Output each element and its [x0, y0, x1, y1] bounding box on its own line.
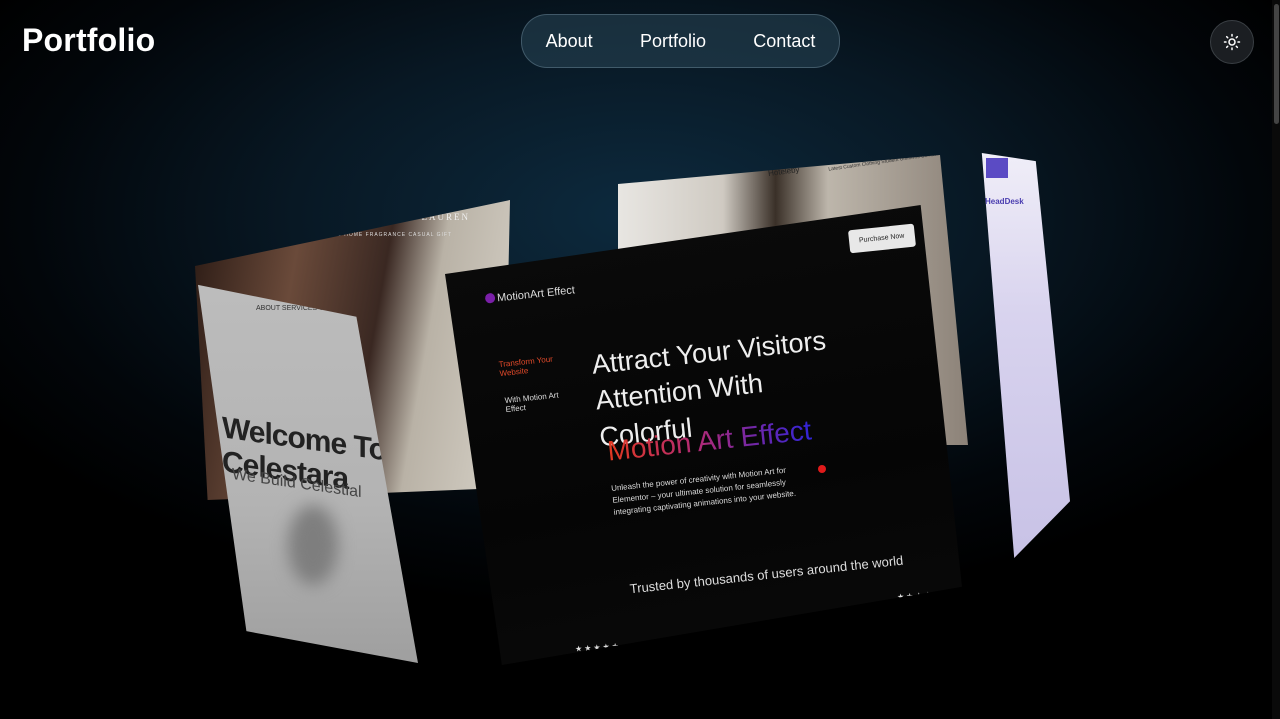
celestara-blur-shape — [288, 505, 338, 585]
purple-label: HeadDesk — [985, 197, 1024, 206]
portfolio-card-purple[interactable]: HeadDesk — [981, 153, 1070, 558]
portfolio-card-motionart[interactable]: MotionArt Effect Purchase Now Transform … — [445, 205, 962, 665]
nav-about[interactable]: About — [546, 31, 593, 52]
ralph-menu: ALL WOMEN KIDS HOME FRAGRANCE CASUAL GIF… — [285, 232, 453, 238]
nav-contact[interactable]: Contact — [753, 31, 815, 52]
theme-toggle-button[interactable] — [1210, 20, 1254, 64]
fashion-links: Latest Custom Clothing Student Uniforms … — [828, 155, 939, 173]
red-dot-icon — [818, 465, 826, 473]
motionart-trusted: Trusted by thousands of users around the… — [628, 552, 904, 597]
fashion-brand: Hoteleby — [767, 164, 801, 179]
motionart-logo: MotionArt Effect — [484, 284, 575, 305]
purchase-now-button[interactable]: Purchase Now — [847, 223, 916, 254]
purple-tag — [986, 158, 1008, 178]
site-logo[interactable]: Portfolio — [22, 22, 155, 59]
sun-icon — [1223, 33, 1241, 51]
star-rating-3: ★★★★★ — [896, 589, 944, 602]
scrollbar-thumb[interactable] — [1274, 4, 1279, 124]
ralph-brand: RALPH LAUREN — [377, 212, 470, 222]
star-rating-2: ★★★★★ — [742, 620, 790, 633]
page-scrollbar[interactable] — [1272, 0, 1280, 719]
logo-dot-icon — [484, 292, 496, 304]
motionart-description: Unleash the power of creativity with Mot… — [610, 465, 797, 517]
motionart-side-accent: Transform Your Website — [498, 354, 554, 379]
nav-portfolio[interactable]: Portfolio — [640, 31, 706, 52]
top-navigation: About Portfolio Contact — [521, 14, 840, 68]
star-rating-1: ★★★★★ — [574, 641, 622, 654]
motionart-side-text: With Motion Art Effect — [504, 390, 560, 415]
